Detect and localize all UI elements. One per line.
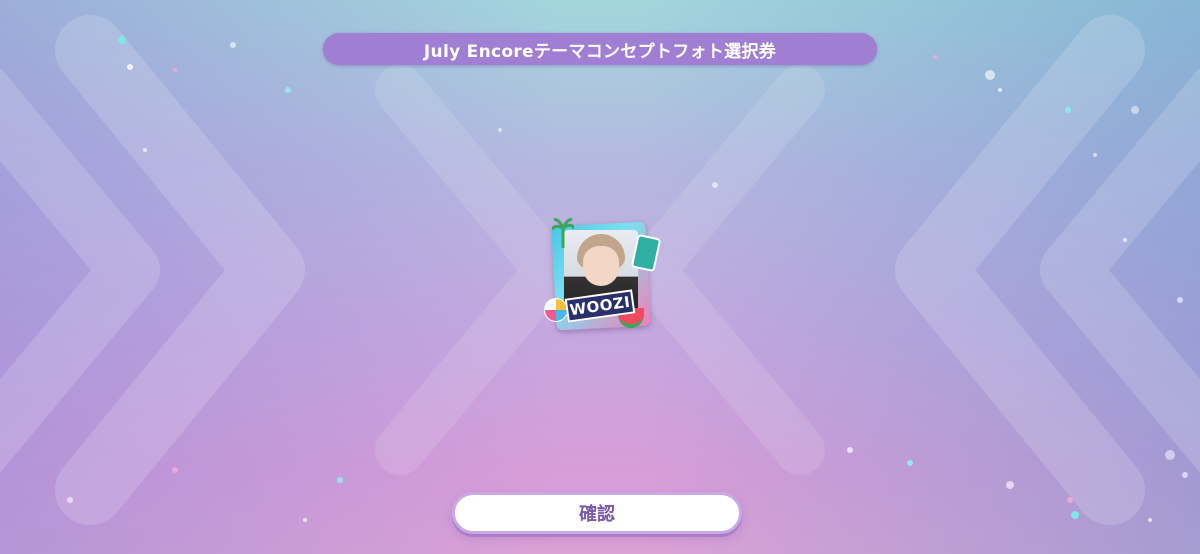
page-title: July Encoreテーマコンセプトフォト選択券 [423, 41, 777, 62]
photo-face [583, 246, 619, 286]
concept-photo-card[interactable]: WOOZI [542, 216, 662, 338]
ticket-title-banner: July Encoreテーマコンセプトフォト選択券 [323, 33, 877, 65]
confirm-button[interactable]: 確認 [452, 492, 742, 534]
confirm-button-label: 確認 [579, 504, 615, 525]
palm-leaf-icon [552, 218, 574, 248]
